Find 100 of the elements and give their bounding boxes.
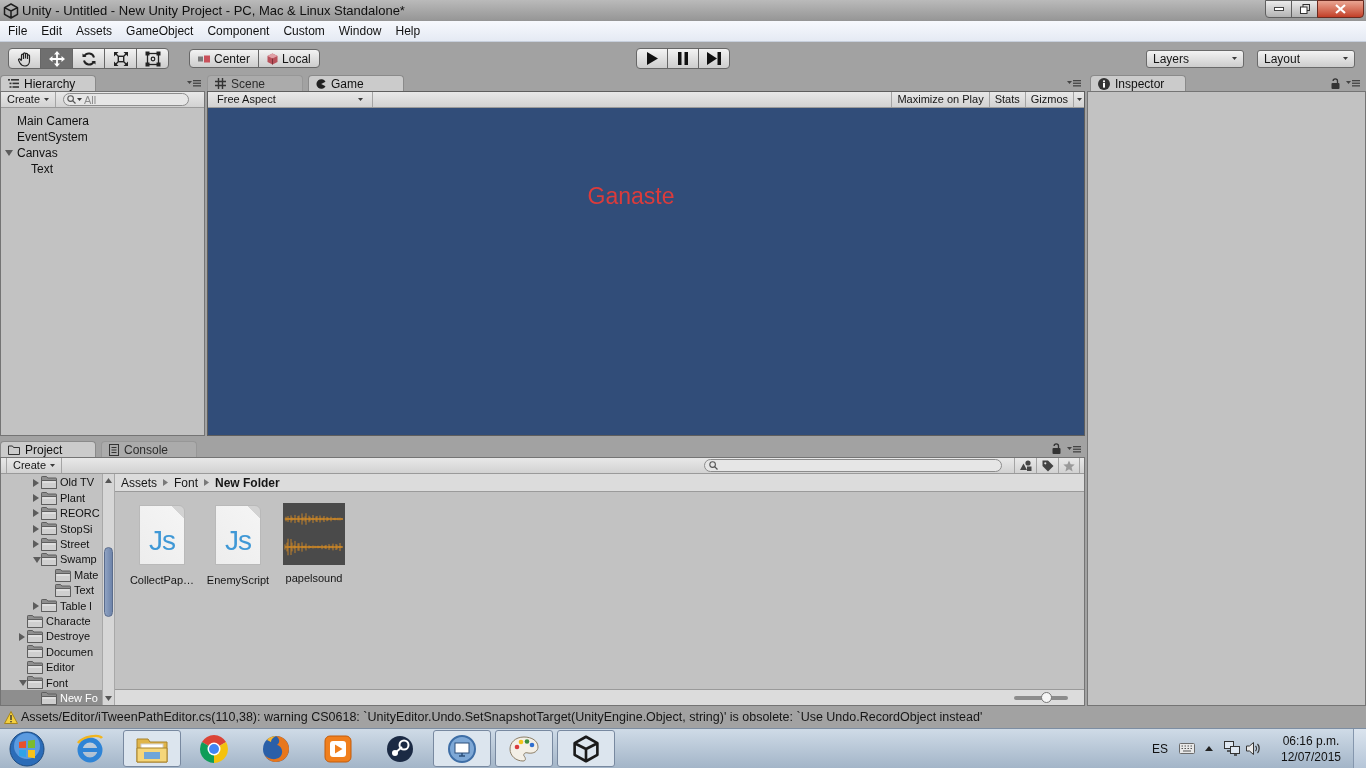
- pivot-toggle-button[interactable]: Center: [189, 49, 260, 68]
- scrollbar[interactable]: [102, 474, 115, 705]
- panel-tab[interactable]: Scene: [207, 75, 303, 91]
- breadcrumb-item[interactable]: New Folder: [215, 473, 280, 492]
- hierarchy-item[interactable]: Text: [31, 161, 53, 177]
- toolbar-dropdown[interactable]: Layers: [1146, 49, 1244, 68]
- folder-tree-item[interactable]: Font: [19, 675, 68, 691]
- folder-tree-item[interactable]: REORC: [33, 505, 100, 522]
- segmented-circle-icon: [199, 733, 229, 764]
- close-button[interactable]: [1317, 0, 1364, 18]
- folder-tree-item[interactable]: StopSi: [33, 521, 93, 537]
- close-icon: [1335, 4, 1346, 14]
- disclosure-triangle-icon[interactable]: [19, 632, 25, 641]
- restore-button[interactable]: [1291, 0, 1318, 18]
- panel-tab[interactable]: Console: [101, 441, 197, 457]
- menu-item[interactable]: File: [1, 22, 35, 40]
- disclosure-triangle-icon[interactable]: [33, 478, 39, 487]
- scrollbar-thumb[interactable]: [104, 547, 113, 617]
- hierarchy-item[interactable]: EventSystem: [17, 129, 88, 145]
- minimize-button[interactable]: [1265, 0, 1292, 18]
- panel-menu-icon[interactable]: [1067, 79, 1081, 87]
- playback-button[interactable]: [667, 48, 699, 69]
- keyboard-icon[interactable]: [1179, 743, 1195, 754]
- folder-icon: [27, 676, 43, 690]
- search-field[interactable]: [704, 459, 1002, 472]
- language-indicator[interactable]: ES: [1152, 739, 1168, 758]
- folder-tree-item[interactable]: Text: [55, 582, 95, 599]
- create-dropdown[interactable]: Create: [1, 92, 57, 107]
- panel-menu-icon[interactable]: [1067, 444, 1081, 453]
- circle-logo-icon: [385, 733, 415, 764]
- folder-tree-item[interactable]: Destroye: [19, 628, 91, 645]
- toggle-button[interactable]: Stats: [988, 92, 1025, 107]
- info-icon: [1098, 77, 1110, 90]
- panel-tab[interactable]: Game: [308, 75, 404, 91]
- disclosure-triangle-icon[interactable]: [33, 540, 39, 549]
- asset-name[interactable]: CollectPap…: [129, 572, 195, 589]
- folder-tree-item[interactable]: Mate: [55, 567, 99, 583]
- playback-button[interactable]: [698, 48, 730, 69]
- zoom-slider[interactable]: [1014, 695, 1068, 700]
- menu-item[interactable]: Component: [200, 22, 277, 40]
- taskbar-app-button[interactable]: [557, 730, 615, 767]
- menu-item[interactable]: Window: [331, 22, 389, 40]
- tool-button[interactable]: [104, 48, 137, 69]
- folder-tree-item[interactable]: Table l: [33, 598, 92, 614]
- breadcrumb-item[interactable]: Font: [174, 473, 199, 492]
- hierarchy-item[interactable]: Main Camera: [17, 113, 90, 129]
- disclosure-triangle-icon[interactable]: [33, 556, 41, 563]
- folder-tree-item[interactable]: Editor: [27, 659, 75, 676]
- list-icon: [8, 79, 19, 88]
- menu-item[interactable]: Edit: [34, 22, 70, 40]
- menu-item[interactable]: Custom: [276, 22, 332, 40]
- slider-thumb[interactable]: [1041, 691, 1053, 703]
- menu-item[interactable]: Help: [388, 22, 428, 40]
- scroll-down-icon[interactable]: [105, 696, 112, 701]
- clock-date[interactable]: 12/07/2015: [1280, 748, 1342, 765]
- panel-menu-icon[interactable]: [187, 79, 201, 87]
- tool-button[interactable]: [136, 48, 169, 69]
- disclosure-triangle-icon[interactable]: [33, 601, 39, 610]
- search-field[interactable]: All: [63, 93, 190, 106]
- aspect-dropdown[interactable]: Free Aspect: [208, 92, 373, 107]
- tool-button[interactable]: [8, 48, 41, 69]
- asset-name[interactable]: EnemyScript: [206, 572, 270, 589]
- disclosure-triangle-icon[interactable]: [33, 494, 39, 503]
- playback-button[interactable]: [636, 48, 668, 69]
- disclosure-triangle-icon[interactable]: [33, 509, 39, 518]
- folder-tree-item[interactable]: Characte: [27, 613, 91, 629]
- folder-tree-item[interactable]: Old TV: [33, 475, 95, 491]
- hierarchy-item[interactable]: Canvas: [5, 145, 58, 161]
- pivot-toggle-button[interactable]: Local: [258, 49, 320, 68]
- disclosure-triangle-icon[interactable]: [5, 150, 13, 156]
- disclosure-triangle-icon[interactable]: [19, 679, 27, 686]
- toggle-dropdown-button[interactable]: Gizmos: [1024, 92, 1084, 107]
- panel-tab[interactable]: Hierarchy: [0, 75, 96, 91]
- padlock-icon[interactable]: [1331, 77, 1340, 89]
- folder-tree-item[interactable]: Documen: [27, 644, 94, 660]
- tool-button[interactable]: [72, 48, 105, 69]
- scroll-up-icon[interactable]: [105, 478, 112, 483]
- network-icon[interactable]: [1224, 741, 1241, 756]
- create-dropdown[interactable]: Create: [6, 458, 63, 473]
- menu-item[interactable]: Assets: [69, 22, 120, 40]
- panel-tab[interactable]: Project: [0, 441, 96, 457]
- panel-tab[interactable]: Inspector: [1090, 75, 1186, 91]
- toolbar-dropdown[interactable]: Layout: [1257, 49, 1355, 68]
- padlock-icon[interactable]: [1052, 443, 1061, 454]
- play-icon: [646, 52, 658, 65]
- disclosure-triangle-icon[interactable]: [33, 524, 39, 533]
- toggle-button[interactable]: Maximize on Play: [891, 92, 989, 107]
- volume-icon[interactable]: [1246, 742, 1261, 755]
- folder-tree-item[interactable]: Plant: [33, 490, 86, 506]
- asset-name[interactable]: papelsound: [285, 570, 343, 587]
- clock-time[interactable]: 06:16 p.m.: [1282, 732, 1340, 749]
- folder-tree-item[interactable]: Swamp: [33, 551, 97, 568]
- menu-item[interactable]: GameObject: [119, 22, 201, 40]
- breadcrumb-item[interactable]: Assets: [121, 473, 157, 492]
- panel-menu-icon[interactable]: [1346, 79, 1360, 87]
- status-message[interactable]: Assets/Editor/iTweenPathEditor.cs(110,38): warning CS0618: `UnityEditor.Undo.SetSnapshotTarget(UnityEngine.Object, string)' is obsolete: `Use Undo.RecordObject instead': [21, 707, 983, 727]
- breadcrumb-arrow-icon: [163, 479, 168, 486]
- show-desktop-button[interactable]: [1353, 729, 1366, 768]
- up-triangle-icon[interactable]: [1205, 746, 1213, 751]
- folder-tree-item[interactable]: Street: [33, 536, 90, 552]
